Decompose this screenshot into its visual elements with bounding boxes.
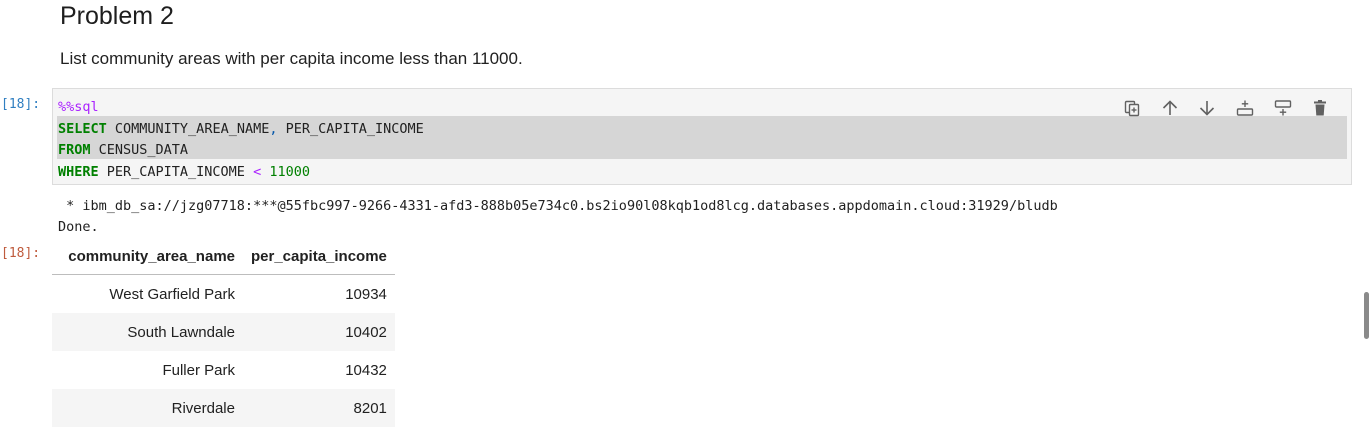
- sql-code[interactable]: %%sql SELECT COMMUNITY_AREA_NAME, PER_CA…: [58, 97, 424, 183]
- insert-cell-below-button[interactable]: [1264, 97, 1302, 119]
- move-up-icon: [1162, 100, 1177, 115]
- table-cell: 10402: [243, 313, 395, 351]
- table-cell: 10432: [345, 361, 387, 379]
- from-table: CENSUS_DATA: [90, 142, 189, 158]
- insert-cell-above-icon: [1236, 100, 1254, 116]
- table-cell: Fuller Park: [162, 361, 235, 379]
- where-keyword: WHERE: [58, 163, 99, 180]
- vertical-scrollbar-thumb[interactable]: [1364, 292, 1369, 339]
- code-cell-editor[interactable]: %%sql SELECT COMMUNITY_AREA_NAME, PER_CA…: [52, 88, 1352, 185]
- select-columns-a: COMMUNITY_AREA_NAME: [106, 120, 270, 137]
- output-prompt: [18]:: [1, 246, 41, 261]
- delete-cell-icon: [1314, 100, 1327, 116]
- duplicate-cell-icon: [1125, 100, 1140, 117]
- less-than-operator: <: [253, 163, 262, 180]
- table-cell: 10934: [345, 285, 387, 303]
- markdown-heading: Problem 2: [60, 2, 174, 30]
- table-row: Fuller Park 10432: [52, 351, 395, 389]
- delete-cell-button[interactable]: [1301, 97, 1339, 119]
- from-keyword: FROM: [58, 142, 91, 158]
- move-up-button[interactable]: [1151, 97, 1189, 119]
- column-header-per-capita-income: per_capita_income: [243, 238, 395, 275]
- table-row: South Lawndale 10402: [52, 313, 395, 351]
- table-row: West Garfield Park 10934: [52, 275, 395, 314]
- sql-output-text: * ibm_db_sa://jzg07718:***@55fbc997-9266…: [58, 196, 1058, 238]
- table-cell: South Lawndale: [52, 313, 243, 351]
- table-header-row: community_area_name per_capita_income: [52, 238, 395, 275]
- insert-cell-below-icon: [1274, 100, 1291, 116]
- insert-cell-above-button[interactable]: [1226, 97, 1264, 119]
- result-table: community_area_name per_capita_income We…: [52, 238, 395, 427]
- column-header-community-area-name: community_area_name: [52, 238, 243, 275]
- connection-string: * ibm_db_sa://jzg07718:***@55fbc997-9266…: [58, 198, 1058, 214]
- where-number: 11000: [261, 163, 310, 180]
- table-cell: 8201: [243, 389, 395, 427]
- table-row: Riverdale 8201: [52, 389, 395, 427]
- markdown-text: List community areas with per capita inc…: [60, 49, 523, 68]
- table-cell: Riverdale: [52, 389, 243, 427]
- input-prompt: [18]:: [1, 97, 41, 112]
- where-column: PER_CAPITA_INCOME: [98, 163, 254, 180]
- cell-toolbar: [1113, 97, 1339, 119]
- move-down-icon: [1200, 101, 1215, 116]
- move-down-button[interactable]: [1189, 97, 1227, 119]
- select-columns-b: PER_CAPITA_INCOME: [277, 120, 424, 137]
- status-done: Done.: [58, 219, 99, 235]
- sql-magic: %%sql: [58, 99, 99, 115]
- table-cell: West Garfield Park: [109, 285, 235, 303]
- duplicate-cell-button[interactable]: [1113, 97, 1151, 119]
- select-keyword: SELECT: [58, 120, 107, 137]
